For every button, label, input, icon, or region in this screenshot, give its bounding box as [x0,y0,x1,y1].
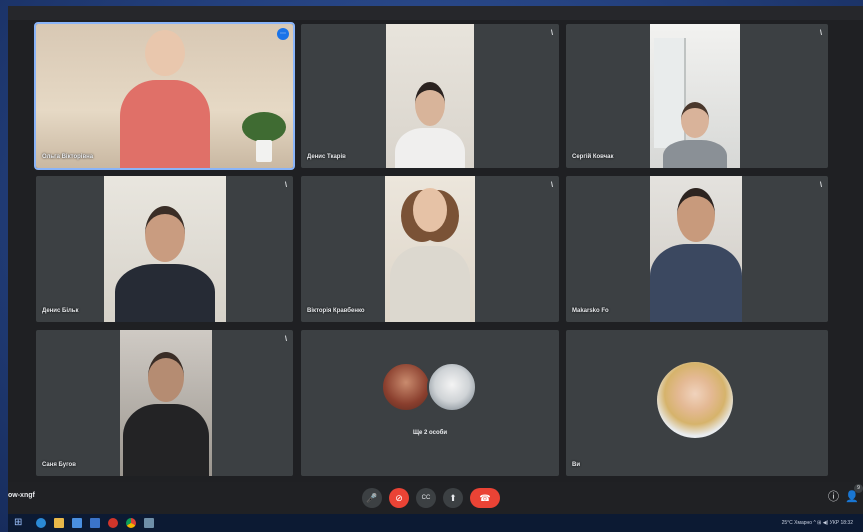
self-tile[interactable]: Ви [566,330,828,476]
mic-toggle-button[interactable]: 🎤 [362,488,382,508]
group-avatar-1 [381,362,431,412]
participant-head [415,82,445,126]
participant-figure [390,188,470,322]
others-group-label: Ще 2 особи [412,430,448,436]
participant-video [36,24,293,168]
plant-decoration [242,112,286,142]
leave-call-button[interactable]: ☎ [470,488,500,508]
participant-figure [115,206,215,322]
participant-head [677,188,715,242]
participant-body [650,244,742,322]
participant-tile-4[interactable]: \ Денис Більк [36,176,293,322]
group-avatar-2 [427,362,477,412]
system-tray[interactable]: 25°C Хмарно ^ ⊞ ◀) УКР 18:32 [782,514,853,532]
participant-tile-3[interactable]: \ Сергій Ковчак [566,24,828,168]
browser-top-bar [8,6,863,20]
participant-video [650,176,742,322]
participant-name: Сергій Ковчак [572,154,614,160]
participant-name: Makarsko Fo [572,308,609,314]
more-options-icon[interactable]: ⋯ [277,28,289,40]
participant-figure [663,102,727,168]
monitor-screen: ⋯ Ольга Вікторівна \ Денис Ткарів \ Серг… [8,6,863,532]
participant-body [115,264,215,322]
people-count-badge: 9 [854,484,863,493]
participant-body [390,246,470,322]
file-explorer-icon[interactable] [54,518,64,528]
os-taskbar: ⊞ 25°C Хмарно ^ ⊞ ◀) УКР 18:32 [8,514,863,532]
mic-muted-icon: \ [285,336,287,343]
participant-figure [119,30,210,168]
participant-grid: ⋯ Ольга Вікторівна \ Денис Ткарів \ Серг… [34,22,828,476]
participant-name: Саня Бугов [42,462,76,468]
participant-figure [123,352,209,476]
participant-tile-7[interactable]: \ Саня Бугов [36,330,293,476]
participant-tile-1[interactable]: ⋯ Ольга Вікторівна [34,22,295,170]
mic-muted-icon: \ [820,182,822,189]
participant-body [119,80,210,168]
mic-muted-icon: \ [551,30,553,37]
participant-video [104,176,226,322]
edge-browser-icon[interactable] [36,518,46,528]
others-group-tile[interactable]: Ще 2 особи [301,330,559,476]
mic-muted-icon: \ [285,182,287,189]
participant-head [145,206,185,262]
participant-video [650,24,740,168]
participant-video [385,176,475,322]
participant-body [395,128,465,168]
participant-head [681,102,709,138]
participant-tile-2[interactable]: \ Денис Ткарів [301,24,559,168]
participant-name: Денис Ткарів [307,154,346,160]
participant-video [386,24,474,168]
meeting-control-bar: ow-xngf 🎤 ⊘ CC ⬆ ☎ ⓘ 👤 9 [8,482,863,514]
participant-figure [650,188,742,322]
photos-app-icon[interactable] [144,518,154,528]
mail-icon[interactable] [90,518,100,528]
captions-button[interactable]: CC [416,488,436,508]
participant-name: Денис Більк [42,308,79,314]
info-icon[interactable]: ⓘ [828,490,839,504]
self-avatar [657,362,733,438]
participant-head [413,188,447,232]
participant-body [663,140,727,168]
mic-muted-icon: \ [551,182,553,189]
mic-muted-icon: \ [820,30,822,37]
participant-tile-5[interactable]: \ Вікторія Кравбенко [301,176,559,322]
participant-head [144,30,185,76]
plant-pot [256,140,272,162]
store-icon[interactable] [72,518,82,528]
meeting-code[interactable]: ow-xngf [8,492,35,499]
camera-toggle-button[interactable]: ⊘ [389,488,409,508]
participant-video [120,330,212,476]
participant-head [148,352,184,402]
participant-figure [395,82,465,168]
present-button[interactable]: ⬆ [443,488,463,508]
chrome-browser-icon[interactable] [126,518,136,528]
opera-browser-icon[interactable] [108,518,118,528]
start-button-icon[interactable]: ⊞ [14,514,22,532]
participant-name: Вікторія Кравбенко [307,308,365,314]
participant-body [123,404,209,476]
participant-name: Ольга Вікторівна [42,154,94,160]
participant-name: Ви [572,462,581,468]
participant-tile-6[interactable]: \ Makarsko Fo [566,176,828,322]
